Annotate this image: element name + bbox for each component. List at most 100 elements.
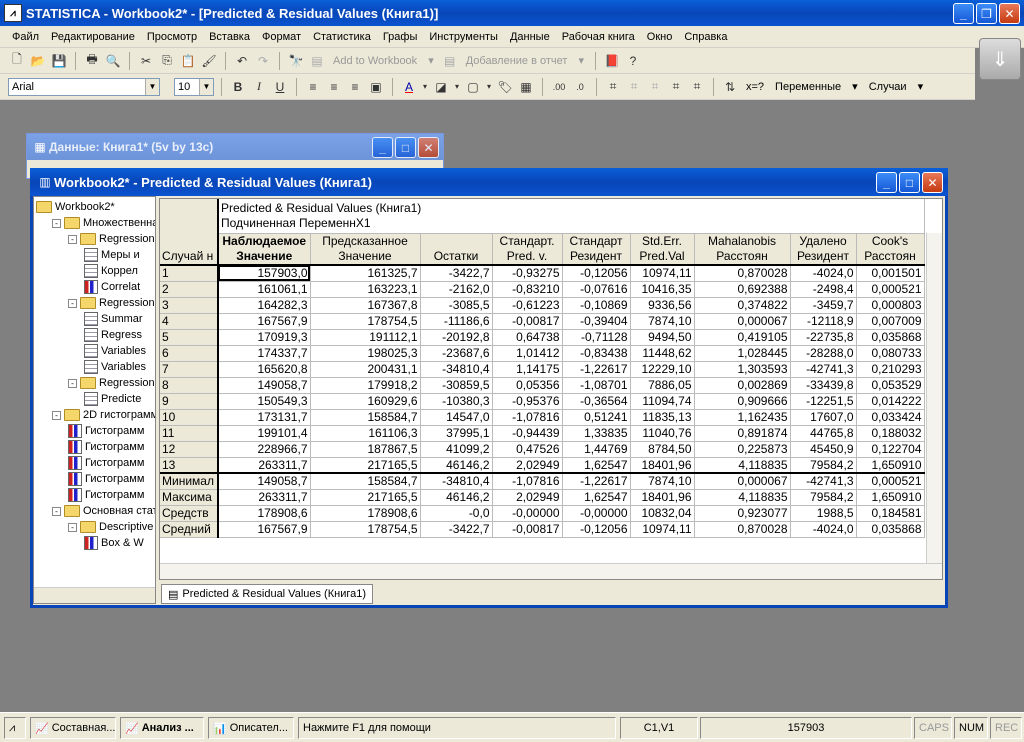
table-cell[interactable]: 167567,9 xyxy=(218,521,311,538)
collapse-icon[interactable]: - xyxy=(68,234,77,244)
variables-menu[interactable]: Переменные xyxy=(771,81,845,93)
row-header[interactable]: 4 xyxy=(160,313,219,330)
cut-icon[interactable]: ✂ xyxy=(137,52,155,70)
table-cell[interactable]: 1,650910 xyxy=(856,457,925,474)
table-cell[interactable]: 46146,2 xyxy=(420,489,493,506)
tree-node[interactable]: Гистограмм xyxy=(68,471,144,487)
row-header[interactable]: 2 xyxy=(160,281,219,298)
table-cell[interactable]: -33439,8 xyxy=(790,377,857,394)
table-cell[interactable]: -0,83210 xyxy=(492,281,563,298)
table-cell[interactable]: 45450,9 xyxy=(790,441,857,458)
table-cell[interactable]: 10832,04 xyxy=(630,505,695,522)
column-header[interactable]: Стандарт. Pred. v. xyxy=(492,233,563,266)
open-folder-icon[interactable]: 📂 xyxy=(29,52,47,70)
table-cell[interactable]: -22735,8 xyxy=(790,329,857,346)
table-cell[interactable]: 10974,11 xyxy=(630,521,695,538)
row-header[interactable]: 13 xyxy=(160,457,219,474)
table-cell[interactable]: 0,05356 xyxy=(492,377,563,394)
table-cell[interactable]: -1,08701 xyxy=(562,377,631,394)
table-cell[interactable]: -34810,4 xyxy=(420,361,493,378)
spreadsheet-tool-3-icon[interactable]: ⌗ xyxy=(646,78,664,96)
table-cell[interactable]: 0,000067 xyxy=(694,313,791,330)
align-right-icon[interactable]: ≡ xyxy=(346,78,364,96)
table-cell[interactable]: 160929,6 xyxy=(310,393,421,410)
table-cell[interactable]: 7886,05 xyxy=(630,377,695,394)
table-cell[interactable]: 7874,10 xyxy=(630,313,695,330)
italic-button[interactable]: I xyxy=(250,78,268,96)
table-cell[interactable]: -11186,6 xyxy=(420,313,493,330)
table-cell[interactable]: 0,002869 xyxy=(694,377,791,394)
tree-node[interactable]: Summar xyxy=(84,311,143,327)
table-cell[interactable]: 0,000521 xyxy=(856,472,925,490)
bold-button[interactable]: B xyxy=(229,78,247,96)
find-icon[interactable]: 🔭 xyxy=(287,52,305,70)
workbook-toggle-button[interactable]: ⇓ xyxy=(979,38,1021,80)
table-cell[interactable]: 41099,2 xyxy=(420,441,493,458)
row-header[interactable]: 12 xyxy=(160,441,219,458)
increase-decimal-icon[interactable]: .00 xyxy=(550,78,568,96)
spreadsheet-tool-2-icon[interactable]: ⌗ xyxy=(625,78,643,96)
table-cell[interactable]: -0,12056 xyxy=(562,521,631,538)
table-cell[interactable]: 0,225873 xyxy=(694,441,791,458)
table-cell[interactable]: 0,035868 xyxy=(856,521,925,538)
statistica-logo-icon[interactable]: ⩘ xyxy=(4,4,22,22)
collapse-icon[interactable]: - xyxy=(52,218,61,228)
table-cell[interactable]: 0,47526 xyxy=(492,441,563,458)
table-cell[interactable]: 17607,0 xyxy=(790,409,857,426)
decrease-decimal-icon[interactable]: .0 xyxy=(571,78,589,96)
table-cell[interactable]: -12251,5 xyxy=(790,393,857,410)
table-cell[interactable]: -0,00000 xyxy=(562,505,631,522)
table-cell[interactable]: 0,035868 xyxy=(856,329,925,346)
table-cell[interactable]: 18401,96 xyxy=(630,457,695,474)
table-cell[interactable]: -4024,0 xyxy=(790,521,857,538)
table-cell[interactable]: 174337,7 xyxy=(218,345,311,362)
table-cell[interactable]: -0,83438 xyxy=(562,345,631,362)
collapse-icon[interactable]: - xyxy=(52,410,61,420)
spreadsheet-tool-1-icon[interactable]: ⌗ xyxy=(604,78,622,96)
wb-maximize-button[interactable]: □ xyxy=(899,172,920,193)
menu-item-11[interactable]: Справка xyxy=(678,31,733,43)
table-cell[interactable]: 11094,74 xyxy=(630,393,695,410)
tree-node[interactable]: Гистограмм xyxy=(68,439,144,455)
table-cell[interactable]: 157903,0 xyxy=(218,265,311,282)
spreadsheet-tool-4-icon[interactable]: ⌗ xyxy=(667,78,685,96)
data-minimize-button[interactable]: _ xyxy=(372,137,393,158)
table-cell[interactable]: 191112,1 xyxy=(310,329,421,346)
tree-node[interactable]: - Regression r xyxy=(68,375,155,391)
table-cell[interactable]: 10416,35 xyxy=(630,281,695,298)
row-header[interactable]: Средств xyxy=(160,505,219,522)
collapse-icon[interactable]: - xyxy=(68,522,77,532)
table-cell[interactable]: 14547,0 xyxy=(420,409,493,426)
table-cell[interactable]: -0,00817 xyxy=(492,521,563,538)
table-cell[interactable]: 187867,5 xyxy=(310,441,421,458)
table-cell[interactable]: 170919,3 xyxy=(218,329,311,346)
table-cell[interactable]: -3422,7 xyxy=(420,265,493,282)
table-cell[interactable]: 161325,7 xyxy=(310,265,421,282)
table-cell[interactable]: 4,118835 xyxy=(694,457,791,474)
align-left-icon[interactable]: ≡ xyxy=(304,78,322,96)
table-cell[interactable]: 1,01412 xyxy=(492,345,563,362)
menu-item-5[interactable]: Статистика xyxy=(307,31,377,43)
table-cell[interactable]: 200431,1 xyxy=(310,361,421,378)
close-button[interactable]: ✕ xyxy=(999,3,1020,24)
tree-node[interactable]: Correlat xyxy=(84,279,140,295)
row-header[interactable]: 1 xyxy=(160,265,219,282)
table-cell[interactable]: 178754,5 xyxy=(310,521,421,538)
table-cell[interactable]: 8784,50 xyxy=(630,441,695,458)
spreadsheet-tool-5-icon[interactable]: ⌗ xyxy=(688,78,706,96)
table-cell[interactable]: 0,64738 xyxy=(492,329,563,346)
table-cell[interactable]: 7874,10 xyxy=(630,472,695,490)
var-symbol-button[interactable]: x=? xyxy=(742,81,768,93)
table-cell[interactable]: 0,000521 xyxy=(856,281,925,298)
font-select[interactable]: Arial ▼ xyxy=(8,77,160,96)
table-cell[interactable]: 149058,7 xyxy=(218,472,311,490)
table-cell[interactable]: 0,692388 xyxy=(694,281,791,298)
sheet-tab[interactable]: ▤ Predicted & Residual Values (Книга1) xyxy=(161,584,374,604)
tree-node[interactable]: Predicte xyxy=(84,391,141,407)
workbook-tree[interactable]: Workbook2*-Множественная-Regression сМер… xyxy=(33,196,156,604)
table-cell[interactable]: 228966,7 xyxy=(218,441,311,458)
table-cell[interactable]: 165620,8 xyxy=(218,361,311,378)
spreadsheet[interactable]: Predicted & Residual Values (Книга1) Подч… xyxy=(159,198,943,580)
add-to-report-icon[interactable]: ▤ xyxy=(441,52,459,70)
table-cell[interactable]: -0,93275 xyxy=(492,265,563,282)
